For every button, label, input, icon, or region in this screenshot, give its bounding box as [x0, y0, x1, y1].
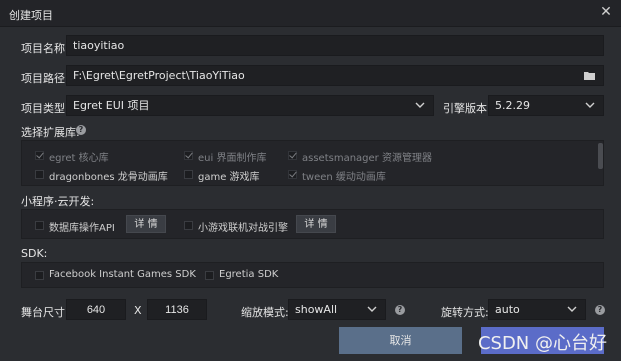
- chevron-down-icon: [367, 306, 377, 312]
- rotation-value: auto: [495, 303, 520, 316]
- project-type-value: Egret EUI 项目: [73, 99, 150, 112]
- engine-version-value: 5.2.29: [495, 99, 530, 112]
- stage-x-label: X: [134, 304, 142, 317]
- ext-label-egret: egret 核心库: [49, 153, 109, 164]
- project-path-input[interactable]: F:\Egret\EgretProject\TiaoYiTiao: [66, 65, 604, 86]
- checkbox-dragonbones[interactable]: [35, 170, 44, 179]
- ext-label-game: game 游戏库: [198, 172, 260, 183]
- ext-label-tween: tween 缓动动画库: [302, 172, 386, 183]
- stage-width-input[interactable]: [66, 299, 126, 320]
- checkbox-facebook-sdk[interactable]: [35, 271, 44, 280]
- rotation-select[interactable]: auto: [488, 299, 586, 320]
- cancel-button[interactable]: 取消: [339, 327, 462, 354]
- scale-mode-value: showAll: [295, 303, 338, 316]
- ext-label-assetsmanager: assetsmanager 资源管理器: [302, 153, 432, 164]
- project-type-label: 项目类型:: [21, 102, 69, 115]
- window-title: 创建项目: [9, 9, 53, 22]
- watermark: CSDN @心台好: [477, 333, 607, 354]
- close-icon[interactable]: ✕: [599, 5, 613, 19]
- chevron-down-icon: [585, 102, 595, 108]
- scale-mode-label: 缩放模式:: [241, 306, 289, 319]
- cloud-label-multiplayer-engine: 小游戏联机对战引擎: [198, 223, 288, 234]
- rotation-help-icon[interactable]: ?: [595, 305, 605, 315]
- rotation-label: 旋转方式:: [441, 306, 489, 319]
- project-path-label: 项目路径:: [21, 72, 69, 85]
- project-path-value: F:\Egret\EgretProject\TiaoYiTiao: [73, 69, 245, 82]
- cloud-label-database-api: 数据库操作API: [49, 223, 115, 234]
- scale-mode-select[interactable]: showAll: [288, 299, 386, 320]
- extensions-label: 选择扩展库:: [21, 126, 80, 139]
- stage-size-label: 舞台尺寸:: [21, 306, 69, 319]
- stage-height-input[interactable]: [147, 299, 207, 320]
- multiplayer-engine-detail-button[interactable]: 详 情: [296, 215, 336, 233]
- checkbox-assetsmanager[interactable]: [288, 151, 297, 160]
- extensions-scrollbar[interactable]: [598, 143, 603, 169]
- ext-label-eui: eui 界面制作库: [198, 153, 267, 164]
- database-api-detail-button[interactable]: 详 情: [126, 215, 166, 233]
- checkbox-tween[interactable]: [288, 170, 297, 179]
- folder-icon[interactable]: [584, 71, 595, 80]
- engine-version-select[interactable]: 5.2.29: [488, 95, 604, 116]
- sdk-label: SDK:: [21, 247, 48, 260]
- cloud-label: 小程序·云开发:: [21, 195, 95, 208]
- checkbox-egretia-sdk[interactable]: [205, 271, 214, 280]
- sdk-label-facebook: Facebook Instant Games SDK: [49, 269, 196, 280]
- checkbox-egret[interactable]: [35, 151, 44, 160]
- sdk-label-egretia: Egretia SDK: [219, 269, 279, 280]
- project-name-label: 项目名称:: [21, 42, 69, 55]
- chevron-down-icon: [415, 102, 425, 108]
- title-bar: 创建项目 ✕: [0, 0, 621, 27]
- checkbox-eui[interactable]: [184, 151, 193, 160]
- ext-label-dragonbones: dragonbones 龙骨动画库: [49, 172, 168, 183]
- chevron-down-icon: [567, 306, 577, 312]
- checkbox-multiplayer-engine[interactable]: [184, 221, 193, 230]
- help-icon[interactable]: ?: [76, 125, 86, 135]
- scale-mode-help-icon[interactable]: ?: [395, 305, 405, 315]
- project-name-input[interactable]: tiaoyitiao: [66, 35, 604, 56]
- checkbox-database-api[interactable]: [35, 221, 44, 230]
- project-type-select[interactable]: Egret EUI 项目: [66, 95, 434, 116]
- checkbox-game[interactable]: [184, 170, 193, 179]
- engine-version-label: 引擎版本:: [443, 102, 491, 115]
